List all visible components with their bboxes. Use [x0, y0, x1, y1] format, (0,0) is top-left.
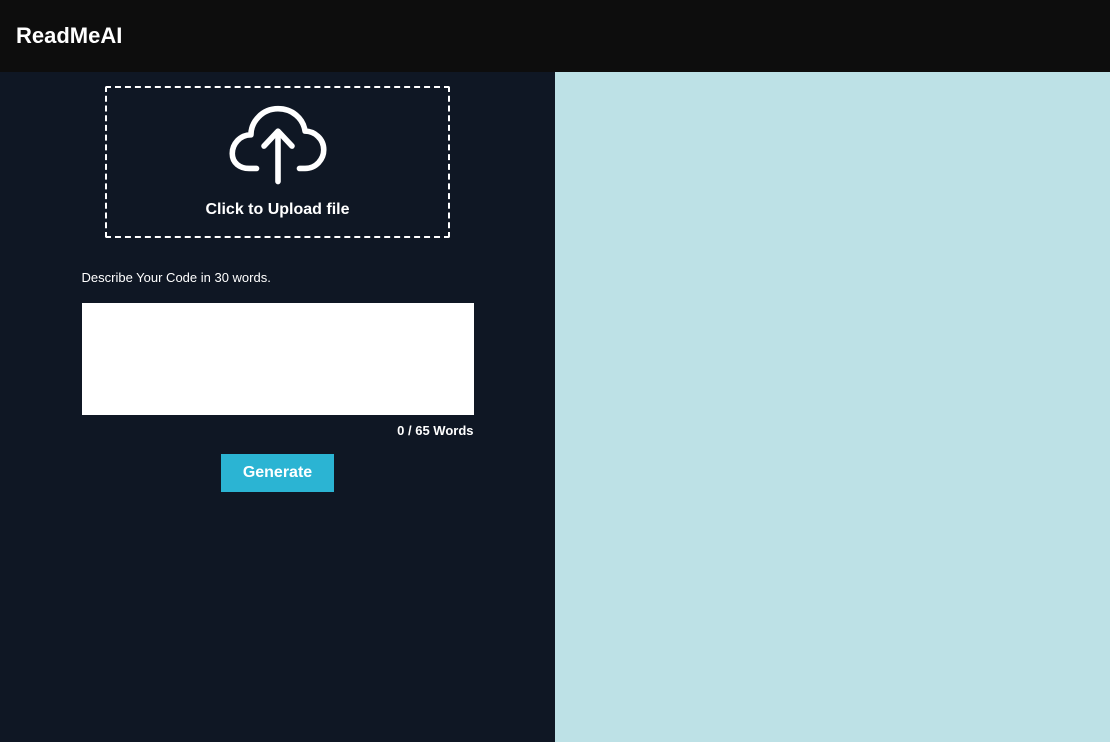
generate-button[interactable]: Generate: [221, 454, 334, 492]
brand-logo: ReadMeAI: [16, 23, 122, 49]
cloud-upload-icon: [226, 105, 330, 189]
describe-form: Describe Your Code in 30 words. 0 / 65 W…: [82, 270, 474, 492]
output-panel: [555, 72, 1110, 742]
left-panel: Click to Upload file Describe Your Code …: [0, 72, 555, 742]
word-count: 0 / 65 Words: [82, 423, 474, 438]
upload-dropzone[interactable]: Click to Upload file: [105, 86, 450, 238]
describe-textarea[interactable]: [82, 303, 474, 415]
upload-label: Click to Upload file: [205, 201, 349, 219]
describe-label: Describe Your Code in 30 words.: [82, 270, 474, 285]
header: ReadMeAI: [0, 0, 1110, 72]
main-content: Click to Upload file Describe Your Code …: [0, 72, 1110, 742]
